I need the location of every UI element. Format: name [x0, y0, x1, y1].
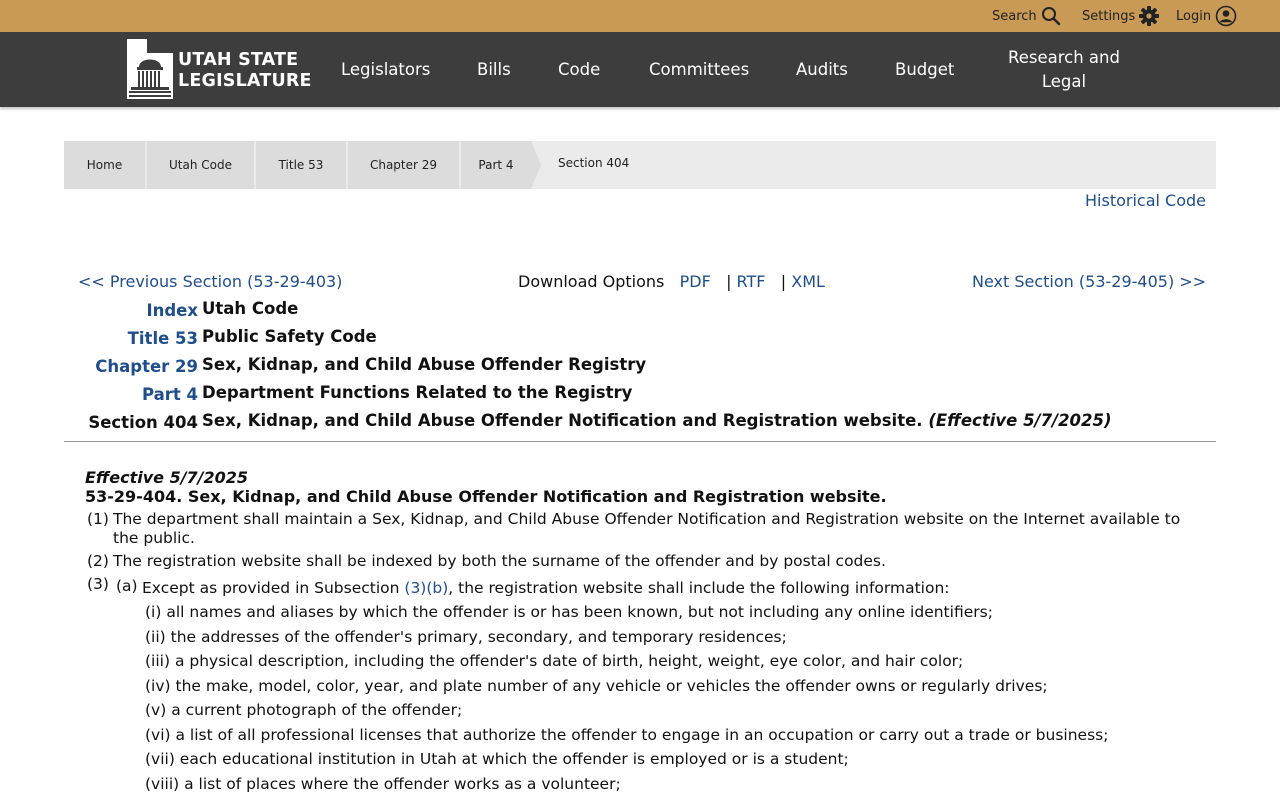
search-button[interactable]: Search — [992, 6, 1061, 26]
list-item: (vi) a list of all professional licenses… — [145, 725, 1109, 744]
breadcrumb-home[interactable]: Home — [64, 141, 145, 189]
hierarchy-section-label: Section 404 — [88, 413, 198, 432]
list-item: (viii) a list of places where the offend… — [145, 774, 621, 793]
breadcrumb-arrow — [531, 141, 541, 189]
previous-section-link[interactable]: << Previous Section (53-29-403) — [78, 272, 342, 291]
nav-research-and-legal[interactable]: Research and Legal — [1004, 46, 1124, 94]
subsection-text: Except as provided in Subsection — [142, 579, 405, 597]
historical-code-link[interactable]: Historical Code — [1085, 191, 1206, 210]
breadcrumb-chapter[interactable]: Chapter 29 — [348, 141, 459, 189]
nav-audits[interactable]: Audits — [796, 60, 848, 79]
hierarchy-index-link[interactable]: Index — [146, 301, 198, 320]
list-item: (ii) the addresses of the offender's pri… — [145, 627, 787, 646]
section-effective: (Effective 5/7/2025) — [928, 411, 1112, 430]
next-section-link[interactable]: Next Section (53-29-405) >> — [972, 272, 1206, 291]
hierarchy-title-link[interactable]: Title 53 — [128, 329, 198, 348]
capitol-icon — [127, 39, 173, 103]
section-navigation: << Previous Section (53-29-403) Download… — [0, 272, 1280, 292]
list-item: (iv) the make, model, color, year, and p… — [145, 676, 1048, 695]
breadcrumb-title[interactable]: Title 53 — [256, 141, 346, 189]
divider — [64, 441, 1216, 442]
search-label: Search — [992, 8, 1037, 24]
statute-content: Effective 5/7/2025 53-29-404. Sex, Kidna… — [85, 468, 1205, 796]
breadcrumb-current: Section 404 — [558, 156, 630, 170]
nav-committees[interactable]: Committees — [649, 60, 749, 79]
download-xml-link[interactable]: XML — [791, 272, 825, 291]
logo-wordmark: UTAH STATE LEGISLATURE — [178, 50, 312, 92]
subsection-text: , the registration website shall include… — [448, 579, 950, 597]
nav-code[interactable]: Code — [558, 60, 600, 79]
hierarchy-part-link[interactable]: Part 4 — [142, 385, 198, 404]
subsection-text: The registration website shall be indexe… — [113, 552, 886, 570]
download-rtf-link[interactable]: RTF — [737, 272, 766, 291]
hierarchy-index-row: Index Utah Code — [64, 299, 1216, 323]
subsection-3b-link[interactable]: (3)(b) — [404, 579, 448, 597]
breadcrumb-part[interactable]: Part 4 — [461, 141, 531, 189]
subsection-2: (2) The registration website shall be in… — [85, 552, 1205, 571]
hierarchy-chapter-link[interactable]: Chapter 29 — [95, 357, 198, 376]
hierarchy-part-value: Department Functions Related to the Regi… — [202, 383, 633, 402]
section-heading: 53-29-404. Sex, Kidnap, and Child Abuse … — [85, 487, 887, 506]
list-item: (i) all names and aliases by which the o… — [145, 603, 993, 621]
hierarchy-chapter-row: Chapter 29 Sex, Kidnap, and Child Abuse … — [64, 355, 1216, 379]
hierarchy-index-value: Utah Code — [202, 299, 299, 318]
hierarchy-title-row: Title 53 Public Safety Code — [64, 327, 1216, 351]
effective-date: Effective 5/7/2025 — [85, 468, 249, 487]
nav-research-line2: Legal — [1041, 72, 1087, 91]
settings-label: Settings — [1082, 8, 1136, 24]
download-label: Download Options — [518, 272, 665, 291]
login-button[interactable]: Login — [1176, 5, 1237, 27]
user-icon — [1215, 5, 1237, 27]
settings-button[interactable]: Settings — [1082, 6, 1160, 26]
download-separator: | — [780, 272, 787, 291]
nav-legislators[interactable]: Legislators — [341, 60, 430, 79]
subsection-number: (1) — [87, 510, 109, 528]
subsection-1: (1) The department shall maintain a Sex,… — [85, 510, 1205, 548]
subsection-letter: (a) — [116, 577, 138, 595]
download-separator: | — [726, 272, 732, 291]
hierarchy-section-value: Sex, Kidnap, and Child Abuse Offender No… — [202, 411, 1112, 430]
subsection-number: (3) — [87, 575, 109, 593]
gear-icon — [1139, 6, 1160, 26]
section-title: Sex, Kidnap, and Child Abuse Offender No… — [202, 411, 923, 430]
subsection-text: The department shall maintain a Sex, Kid… — [113, 510, 1181, 547]
subsection-number: (2) — [87, 552, 109, 570]
list-item: (v) a current photograph of the offender… — [145, 701, 463, 719]
hierarchy-section-row: Section 404 Sex, Kidnap, and Child Abuse… — [64, 411, 1216, 435]
login-label: Login — [1176, 8, 1212, 24]
logo-line2: LEGISLATURE — [178, 71, 312, 91]
list-item: (iii) a physical description, including … — [145, 652, 964, 670]
nav-research-line1: Research and — [1008, 48, 1120, 67]
utility-bar: Search Settings Login — [0, 0, 1280, 32]
hierarchy-part-row: Part 4 Department Functions Related to t… — [64, 383, 1216, 407]
main-navigation: UTAH STATE LEGISLATURE Legislators Bills… — [0, 32, 1280, 107]
list-item: (vii) each educational institution in Ut… — [145, 750, 849, 768]
logo-line1: UTAH STATE — [178, 50, 299, 70]
breadcrumb: Home Utah Code Title 53 Chapter 29 Part … — [64, 141, 1216, 189]
download-pdf-link[interactable]: PDF — [680, 272, 711, 291]
breadcrumb-utah-code[interactable]: Utah Code — [147, 141, 254, 189]
subsection-3a: (3) (a) Except as provided in Subsection… — [85, 575, 1205, 600]
download-options: Download Options PDF | RTF | XML — [518, 272, 825, 291]
nav-bills[interactable]: Bills — [477, 60, 511, 79]
hierarchy-chapter-value: Sex, Kidnap, and Child Abuse Offender Re… — [202, 355, 647, 374]
hierarchy-title-value: Public Safety Code — [202, 327, 377, 346]
utah-legislature-logo[interactable]: UTAH STATE LEGISLATURE — [127, 39, 312, 103]
search-icon — [1041, 6, 1061, 26]
nav-budget[interactable]: Budget — [895, 60, 954, 79]
